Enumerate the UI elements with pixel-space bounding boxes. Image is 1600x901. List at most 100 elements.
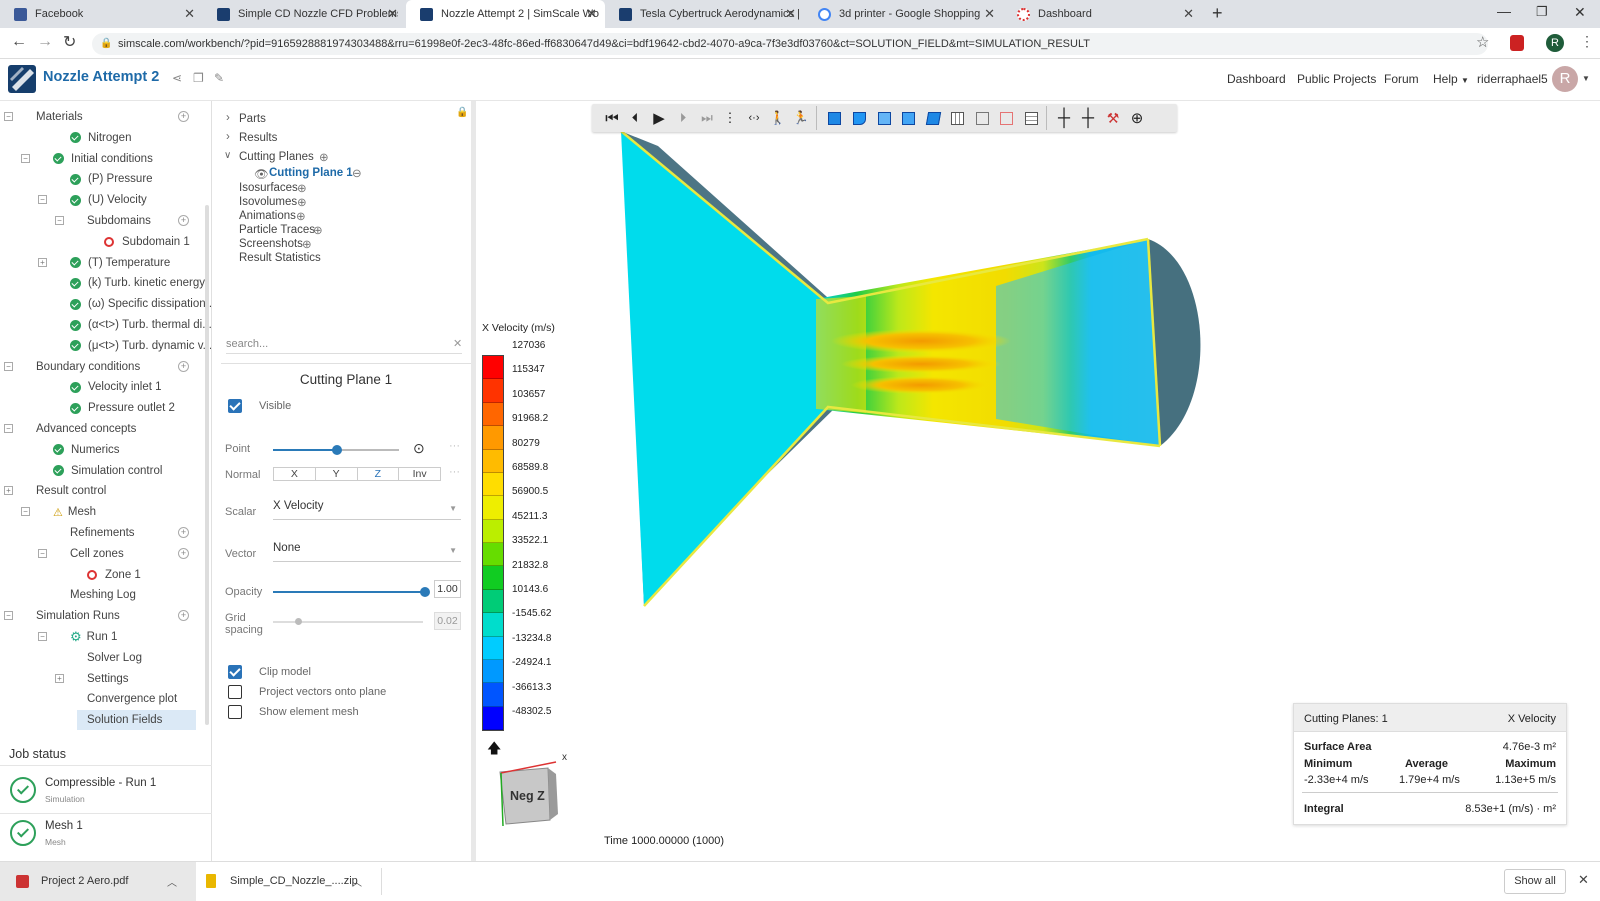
center-tool-icon[interactable]: ⊕ [1127,108,1147,128]
view-back-icon[interactable] [849,108,869,128]
expand-arrow-icon[interactable]: › [226,112,230,124]
add-icon[interactable]: + [178,527,189,538]
nav-public-projects[interactable]: Public Projects [1297,72,1376,86]
new-tab-button[interactable]: + [1212,3,1223,24]
collapse-icon[interactable]: − [38,632,47,641]
show-mesh-checkbox[interactable] [228,705,242,719]
walk-icon[interactable]: 🚶 [768,108,788,128]
forward-icon[interactable]: → [37,33,53,51]
run-icon[interactable]: 🏃 [791,108,811,128]
view-wireframe-icon[interactable] [947,108,967,128]
add-isosurface-icon[interactable]: ⊕ [297,181,307,195]
tree-item[interactable]: Materials [36,107,83,127]
tree-item[interactable]: (k) Turb. kinetic energy [70,273,205,293]
chevron-up-icon[interactable]: ︿ [167,874,177,889]
tree-item[interactable]: Advanced concepts [36,419,136,439]
expand-icon[interactable]: + [38,257,47,267]
show-all-button[interactable]: Show all [1504,869,1566,894]
tree-item[interactable]: Refinements [70,523,135,543]
tree-cutting-plane-1[interactable]: Cutting Plane 1 [269,167,353,179]
tree-item[interactable]: (P) Pressure [70,169,153,189]
probe-tool-icon[interactable]: ┼ [1078,108,1098,128]
more-icon[interactable]: ··· [449,440,460,452]
tree-item[interactable]: ⚙ Run 1 [70,627,117,647]
tree-isosurfaces[interactable]: Isosurfaces [239,182,298,194]
close-download-bar-icon[interactable]: ✕ [1578,872,1589,888]
tree-item[interactable]: Cell zones [70,544,124,564]
scalar-select[interactable]: X Velocity ▼ [273,500,461,520]
add-cutting-plane-icon[interactable]: ⊕ [319,150,329,164]
expand-icon[interactable]: + [55,673,64,683]
share-icon[interactable]: ⋖ [172,71,182,85]
tree-item[interactable]: Solver Log [87,648,142,668]
user-name[interactable]: riderraphael5 [1477,72,1548,86]
tree-item[interactable]: Simulation Runs [36,606,120,626]
reload-icon[interactable]: ↻ [63,32,76,52]
vector-select[interactable]: None ▼ [273,542,461,562]
expand-icon[interactable]: + [4,486,13,496]
copy-icon[interactable]: ❐ [193,71,204,85]
more-vertical-icon[interactable]: ⋮ [720,108,740,128]
tree-item[interactable]: Boundary conditions [36,357,140,377]
collapse-icon[interactable]: − [55,216,64,225]
point-slider-handle[interactable] [332,445,342,455]
collapse-icon[interactable]: − [4,112,13,121]
measure-tool-icon[interactable]: ⚒ [1103,108,1123,128]
tree-item[interactable]: Zone 1 [87,565,141,585]
project-vectors-checkbox[interactable] [228,685,242,699]
grid-spacing-input[interactable]: 0.02 [434,612,461,630]
previous-frame-icon[interactable]: ⏴ [625,108,645,128]
collapse-icon[interactable]: − [38,195,47,205]
collapse-icon[interactable]: − [21,507,30,517]
normal-inv-button[interactable]: Inv [399,468,440,480]
collapse-icon[interactable]: − [4,611,13,621]
tree-item[interactable]: Numerics [53,440,120,460]
window-close-button[interactable]: ✕ [1574,4,1586,21]
tree-item[interactable]: Meshing Log [70,585,136,605]
normal-x-button[interactable]: X [274,468,316,480]
view-cube-icon[interactable] [1021,108,1041,128]
close-tab-icon[interactable]: ✕ [785,6,796,22]
extension-shield-icon[interactable] [1510,35,1524,51]
close-tab-icon[interactable]: ✕ [586,6,597,22]
tree-item[interactable]: Pressure outlet 2 [70,398,175,418]
view-right-icon[interactable] [898,108,918,128]
target-icon[interactable]: ⊙ [413,440,425,457]
first-frame-icon[interactable]: ⏮ [602,108,622,128]
browser-menu-icon[interactable]: ⋮ [1580,33,1594,50]
add-isovolume-icon[interactable]: ⊕ [297,195,307,209]
tree-item[interactable]: Settings [87,669,129,689]
search-input[interactable]: search... [226,334,462,354]
tree-animations[interactable]: Animations [239,210,296,222]
normal-z-button[interactable]: Z [358,468,400,480]
tab-google-shopping[interactable]: 3d printer - Google Shopping ✕ [804,0,1003,28]
user-avatar[interactable]: R [1552,66,1578,92]
tree-item[interactable]: (α<t>) Turb. thermal di... [70,315,211,335]
tree-item[interactable]: Nitrogen [70,128,131,148]
tree-item[interactable]: (μ<t>) Turb. dynamic v... [70,336,211,356]
add-animation-icon[interactable]: ⊕ [296,209,306,223]
tab-dashboard[interactable]: Dashboard ✕ [1003,0,1202,28]
close-tab-icon[interactable]: ✕ [184,6,195,22]
chevron-up-icon[interactable]: ︿ [352,874,362,889]
url-field[interactable]: 🔒 simscale.com/workbench/?pid=9165928881… [92,33,1488,55]
clear-search-icon[interactable]: ✕ [453,337,462,350]
play-icon[interactable]: ▶ [649,108,669,128]
collapse-icon[interactable]: − [4,361,13,371]
remove-cutting-plane-icon[interactable]: ⊖ [352,166,362,180]
cutting-plane-tool-icon[interactable]: ┼ [1054,108,1074,128]
next-frame-icon[interactable]: ⏵ [673,108,693,128]
expand-arrow-icon[interactable]: › [226,131,230,143]
add-icon[interactable]: + [178,360,189,372]
tree-item[interactable]: (ω) Specific dissipation... [70,294,211,314]
tree-result-statistics[interactable]: Result Statistics [239,252,321,264]
opacity-slider-handle[interactable] [420,587,430,597]
tab-simple-cd-nozzle[interactable]: Simple CD Nozzle CFD Problems ✕ [203,0,406,28]
collapse-arrow-icon[interactable]: ∨ [224,150,231,161]
job-name[interactable]: Compressible - Run 1 [45,777,156,789]
tree-isovolumes[interactable]: Isovolumes [239,196,297,208]
tree-screenshots[interactable]: Screenshots [239,238,303,250]
add-icon[interactable]: + [178,215,189,226]
tree-particle-traces[interactable]: Particle Traces [239,224,315,236]
tree-cutting-planes[interactable]: Cutting Planes [239,151,314,163]
